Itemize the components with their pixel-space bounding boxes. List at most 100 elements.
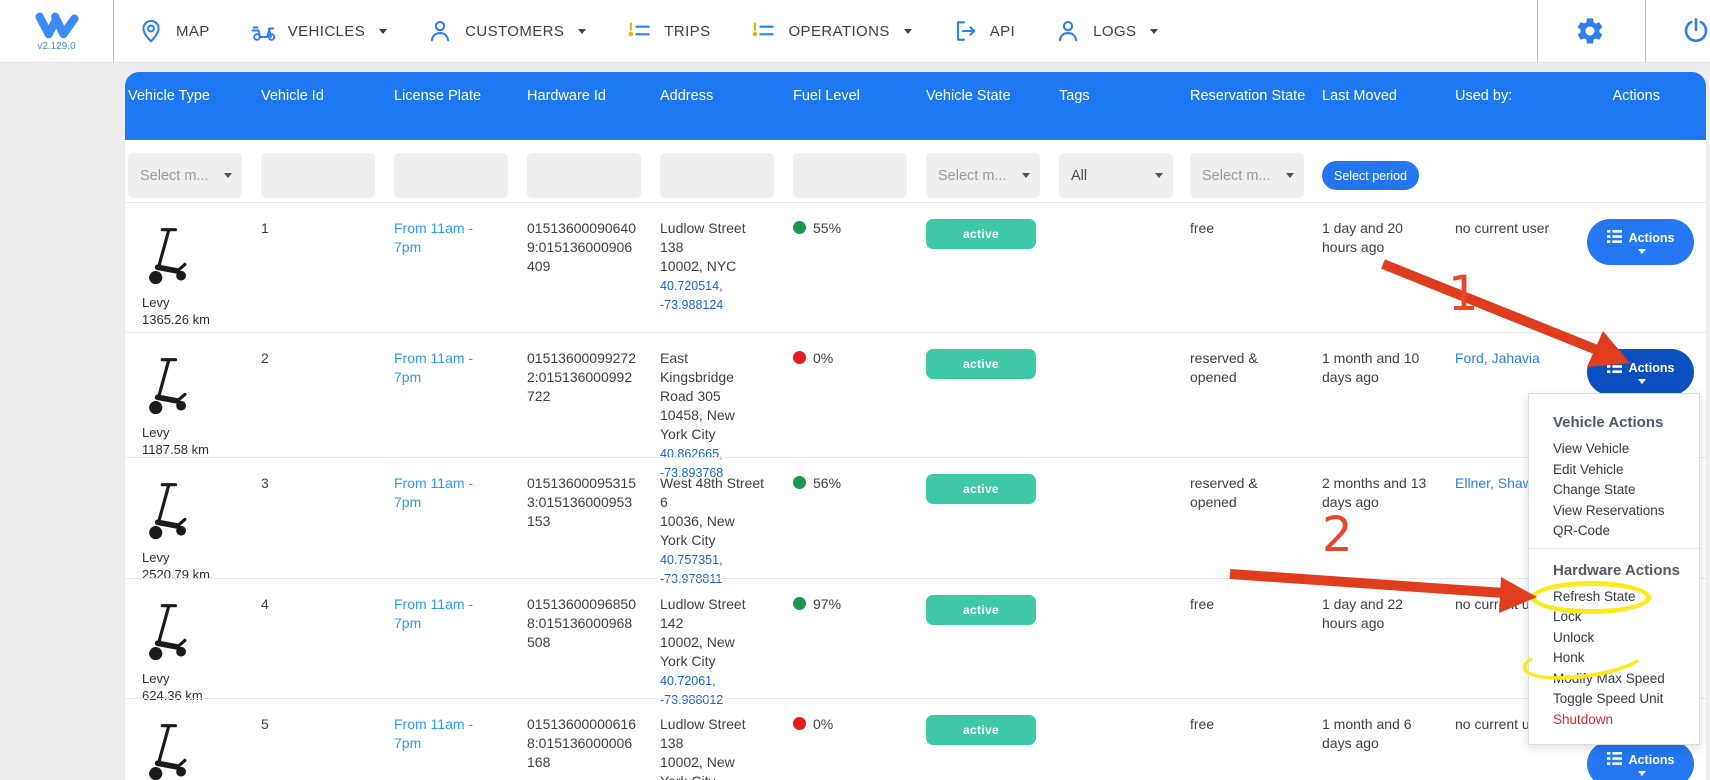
menu-item-edit-vehicle[interactable]: Edit Vehicle (1553, 463, 1699, 477)
settings-button[interactable] (1575, 16, 1605, 46)
nav-item-label: LOGS (1093, 23, 1136, 40)
nav-item-customers[interactable]: CUSTOMERS (427, 18, 586, 44)
row-actions-button[interactable]: Actions (1587, 219, 1694, 265)
column-header-last-moved: Last Moved (1322, 72, 1455, 140)
list-icon (750, 18, 776, 44)
column-header-tags: Tags (1059, 72, 1190, 140)
column-header-license-plate: License Plate (394, 72, 527, 140)
column-header-address: Address (660, 72, 793, 140)
license-plate-link[interactable]: From 11am - 7pm (394, 715, 488, 753)
coordinates-link[interactable]: 40.720514, -73.988124 (660, 277, 777, 315)
used-by-link[interactable]: Ellner, Shaw (1455, 475, 1533, 491)
vehicle-type-filter[interactable]: Select m... (128, 153, 242, 198)
menu-item-change-state[interactable]: Change State (1553, 483, 1699, 497)
hardware-id: 015136000992722:015136000992722 (527, 349, 637, 406)
chevron-down-icon (379, 29, 387, 34)
nav-item-operations[interactable]: OPERATIONS (750, 18, 911, 44)
nav-item-map[interactable]: MAP (138, 18, 210, 44)
nav-item-vehicles[interactable]: VEHICLES (250, 18, 387, 44)
address-city: 10002, New York City (660, 633, 764, 671)
fuel-status-dot (793, 717, 806, 730)
api-icon (952, 18, 978, 44)
gear-icon (1575, 33, 1605, 50)
chevron-down-icon (578, 29, 586, 34)
fuel-level-filter[interactable] (793, 153, 907, 198)
list-grid-icon (1607, 752, 1622, 768)
column-header-vehicle-type: Vehicle Type (128, 72, 261, 140)
scooter-vehicle-icon (142, 770, 192, 780)
address-city: 10458, New York City (660, 406, 764, 444)
last-moved: 1 month and 10 days ago (1322, 349, 1434, 387)
address-city: 10002, New York City (660, 753, 764, 780)
actions-button-label: Actions (1629, 753, 1675, 767)
chevron-down-icon (1638, 771, 1646, 776)
select-period-button[interactable]: Select period (1322, 161, 1419, 190)
license-plate-filter[interactable] (394, 153, 508, 198)
nav-item-label: OPERATIONS (788, 23, 889, 40)
tags-cell (1059, 458, 1190, 589)
vehicle-id: 4 (261, 579, 394, 710)
column-header-used-by: Used by: (1455, 72, 1587, 140)
chevron-down-icon (1638, 379, 1646, 384)
table-row: Levy5From 11am - 7pm015136000006168:0151… (125, 698, 1706, 780)
menu-section-items: View Vehicle Edit Vehicle Change State View… (1553, 442, 1699, 538)
reservation-state: free (1190, 715, 1290, 734)
address-filter[interactable] (660, 153, 774, 198)
list-grid-icon (1607, 360, 1622, 376)
hardware-id: 015136000006168:015136000006168 (527, 715, 637, 772)
license-plate-link[interactable]: From 11am - 7pm (394, 349, 488, 387)
nav-item-api[interactable]: API (952, 18, 1015, 44)
logout-button[interactable] (1681, 16, 1710, 46)
nav-item-label: MAP (176, 23, 210, 40)
tags-filter[interactable]: All (1059, 153, 1173, 198)
hardware-id: 015136000968508:015136000968508 (527, 595, 637, 652)
address-street: West 48th Street 6 (660, 474, 764, 512)
menu-item-toggle-speed-unit[interactable]: Toggle Speed Unit (1553, 692, 1699, 706)
nav-item-label: VEHICLES (288, 23, 365, 40)
reservation-state: reserved & opened (1190, 349, 1290, 387)
table-row: Levy1187.58 km2From 11am - 7pm0151360009… (125, 332, 1706, 457)
table-row: Levy2520.79 km3From 11am - 7pm0151360009… (125, 457, 1706, 578)
menu-item-qr-code[interactable]: QR-Code (1553, 524, 1699, 538)
highlight-oval-refresh-state (1531, 581, 1651, 614)
tags-cell (1059, 699, 1190, 780)
vehicle-type-label: Levy (142, 425, 261, 440)
address-street: Ludlow Street 138 (660, 715, 764, 753)
vehicle-id: 1 (261, 203, 394, 332)
menu-item-shutdown[interactable]: Shutdown (1553, 713, 1699, 727)
nav-item-trips[interactable]: TRIPS (626, 18, 710, 44)
list-icon (626, 18, 652, 44)
chevron-down-icon (1155, 173, 1163, 178)
last-moved: 1 day and 22 hours ago (1322, 595, 1434, 633)
hardware-id: 015136000906409:015136000906409 (527, 219, 637, 276)
used-by-link[interactable]: Ford, Jahavia (1455, 350, 1540, 366)
table-row: Levy1365.26 km1From 11am - 7pm0151360009… (125, 202, 1706, 332)
fuel-level-value: 55% (813, 219, 841, 238)
vehicle-state-badge: active (926, 219, 1036, 249)
fuel-level-value: 0% (813, 715, 833, 734)
vehicle-type-label: Levy (142, 295, 261, 310)
menu-divider (1529, 548, 1699, 549)
menu-item-view-reservations[interactable]: View Reservations (1553, 504, 1699, 518)
power-icon (1681, 33, 1710, 50)
scooter-icon (250, 18, 276, 44)
license-plate-link[interactable]: From 11am - 7pm (394, 595, 488, 633)
address-city: 10036, New York City (660, 512, 764, 550)
vehicle-id-filter[interactable] (261, 153, 375, 198)
address-street: Ludlow Street 138 (660, 219, 764, 257)
vehicle-state-badge: active (926, 715, 1036, 745)
menu-item-view-vehicle[interactable]: View Vehicle (1553, 442, 1699, 456)
fuel-status-dot (793, 476, 806, 489)
license-plate-link[interactable]: From 11am - 7pm (394, 474, 488, 512)
hardware-id-filter[interactable] (527, 153, 641, 198)
license-plate-link[interactable]: From 11am - 7pm (394, 219, 488, 257)
app-logo[interactable]: v2.129.0 (0, 0, 114, 62)
address-street: Ludlow Street 142 (660, 595, 764, 633)
tags-filter-value: All (1071, 168, 1087, 184)
nav-item-logs[interactable]: LOGS (1055, 18, 1158, 44)
vehicle-state-filter[interactable]: Select m... (926, 153, 1040, 198)
row-actions-button[interactable]: Actions (1587, 349, 1694, 395)
reservation-state-filter[interactable]: Select m... (1190, 153, 1304, 198)
table-row: Levy624.36 km4From 11am - 7pm01513600096… (125, 578, 1706, 698)
row-actions-button[interactable]: Actions (1587, 741, 1694, 780)
